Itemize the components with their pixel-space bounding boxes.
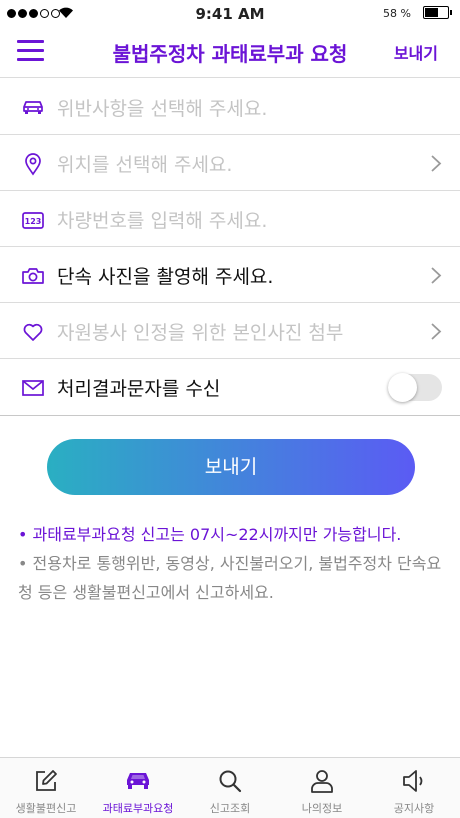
send-button[interactable]: 보내기 [47,439,415,495]
sms-result-label: 처리결과문자를 수신 [57,378,221,400]
notice-hours: • 과태료부과요청 신고는 07시~22시까지만 가능합니다. [18,525,402,544]
sms-result-toggle[interactable] [388,373,442,402]
location-select-row[interactable]: 위치를 선택해 주세요. [0,135,460,191]
tab-notices[interactable]: 공지사항 [368,758,460,818]
header-send-button[interactable]: 보내기 [394,40,438,64]
tab-life-inconvenience[interactable]: 생활불편신고 [0,758,92,818]
tab-label: 신고조회 [209,802,251,815]
notice-text: • 과태료부과요청 신고는 07시~22시까지만 가능합니다. • 전용차로 통… [18,520,448,607]
tab-label: 생활불편신고 [15,802,77,815]
tab-label: 나의정보 [301,802,343,815]
volunteer-photo-row[interactable]: 자원봉사 인정을 위한 본인사진 첨부 [0,303,460,359]
battery-tip [450,10,452,15]
toggle-knob [388,373,417,402]
tab-label: 공지사항 [393,802,435,815]
violation-select-row[interactable]: 위반사항을 선택해 주세요. [0,79,460,135]
status-bar: 9:41 AM 58 % [0,0,460,28]
chevron-right-icon [431,323,442,340]
car-icon [23,101,43,114]
car-icon [127,773,149,789]
report-form-list: 위반사항을 선택해 주세요. 위치를 선택해 주세요. 123 차량번호를 입력… [0,79,460,416]
notice-other-reports: • 전용차로 통행위반, 동영상, 사진불러오기, 불법주정차 단속요청 등은 … [18,554,442,602]
photo-capture-label: 단속 사진을 촬영해 주세요. [57,266,274,288]
location-select-label: 위치를 선택해 주세요. [57,154,233,176]
bottom-tab-bar: 생활불편신고 과태료부과요청 신고조회 나의정보 공지사항 [0,757,460,818]
photo-capture-row[interactable]: 단속 사진을 촬영해 주세요. [0,247,460,303]
tab-label: 과태료부과요청 [102,802,174,815]
tab-fine-request[interactable]: 과태료부과요청 [92,758,184,818]
camera-icon [22,268,44,284]
search-icon [219,770,242,793]
user-icon [311,770,333,793]
violation-select-label: 위반사항을 선택해 주세요. [57,98,268,120]
chevron-right-icon [431,155,442,172]
header: 불법주정차 과태료부과 요청 보내기 [0,28,460,78]
battery-icon [423,6,449,19]
tab-report-lookup[interactable]: 신고조회 [184,758,276,818]
location-pin-icon [25,153,41,176]
edit-icon [36,770,57,791]
speaker-icon [403,770,423,792]
plate-number-row[interactable]: 123 차량번호를 입력해 주세요. [0,191,460,247]
volunteer-photo-label: 자원봉사 인정을 위한 본인사진 첨부 [57,322,344,344]
svg-text:123: 123 [25,217,42,226]
sms-result-row: 처리결과문자를 수신 [0,359,460,416]
heart-icon [23,323,43,341]
mail-icon [22,380,44,396]
chevron-right-icon [431,267,442,284]
plate-number-label: 차량번호를 입력해 주세요. [57,210,268,232]
tab-my-info[interactable]: 나의정보 [276,758,368,818]
plate-number-icon: 123 [22,212,44,229]
page-title: 불법주정차 과태료부과 요청 [112,42,348,66]
battery-percent: 58 % [383,7,411,20]
